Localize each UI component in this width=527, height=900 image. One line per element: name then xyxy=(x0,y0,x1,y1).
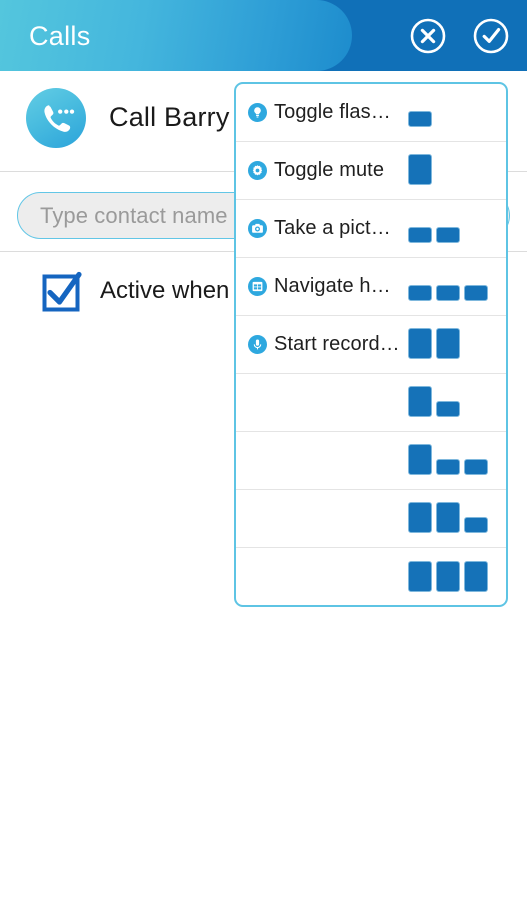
checkbox-checked-icon[interactable] xyxy=(42,271,82,312)
dropdown-row-label: Navigate h… xyxy=(274,275,391,297)
phone-call-icon xyxy=(26,87,86,148)
shortcut-block-short xyxy=(436,401,460,417)
shortcut-block-short xyxy=(436,227,460,243)
microphone-icon xyxy=(248,335,267,354)
shortcut-block-tall xyxy=(464,561,488,592)
shortcut-blocks xyxy=(408,502,488,533)
app-root: Calls Call Barry Type contact name Activ… xyxy=(0,0,527,900)
shortcut-block-short xyxy=(464,517,488,533)
gear-icon xyxy=(248,161,267,180)
dropdown-row-label: Take a pict… xyxy=(274,217,391,239)
camera-icon xyxy=(248,219,267,238)
shortcut-block-tall xyxy=(408,154,432,185)
shortcut-block-short xyxy=(436,459,460,475)
circle-x-icon[interactable] xyxy=(409,17,447,55)
dropdown-row[interactable] xyxy=(236,432,506,490)
shortcut-block-short xyxy=(408,227,432,243)
shortcut-block-tall xyxy=(408,561,432,592)
shortcut-blocks xyxy=(408,561,488,592)
lightbulb-icon xyxy=(248,103,267,122)
shortcut-blocks xyxy=(408,111,432,127)
shortcut-blocks xyxy=(408,328,460,359)
dropdown-row-label: Start record… xyxy=(274,333,400,355)
shortcut-blocks xyxy=(408,154,432,185)
dropdown-row-label: Toggle mute xyxy=(274,159,385,181)
dropdown-row[interactable]: Start record… xyxy=(236,316,506,374)
shortcut-blocks xyxy=(408,386,460,417)
shortcut-block-tall xyxy=(408,328,432,359)
dropdown-row[interactable] xyxy=(236,548,506,605)
shortcut-block-tall xyxy=(408,444,432,475)
dropdown-row-label: Toggle flas… xyxy=(274,101,391,123)
dropdown-row[interactable]: Toggle mute xyxy=(236,142,506,200)
shortcut-blocks xyxy=(408,227,460,243)
shortcut-block-tall xyxy=(408,386,432,417)
shortcut-block-tall xyxy=(408,502,432,533)
call-command-label: Call Barry xyxy=(109,102,230,132)
dropdown-row[interactable]: Toggle flas… xyxy=(236,84,506,142)
shortcut-block-tall xyxy=(436,502,460,533)
command-suggestions-dropdown[interactable]: Toggle flas… Toggle mute Take a pict… Navig… xyxy=(234,82,508,607)
shortcut-block-short xyxy=(464,285,488,301)
call-command-text: Call Barry xyxy=(109,102,240,133)
shortcut-block-short xyxy=(408,285,432,301)
circle-check-icon[interactable] xyxy=(472,17,510,55)
app-header: Calls xyxy=(0,0,527,71)
shortcut-blocks xyxy=(408,285,488,301)
dropdown-row[interactable] xyxy=(236,374,506,432)
shortcut-block-tall xyxy=(436,561,460,592)
shortcut-blocks xyxy=(408,444,488,475)
page-title: Calls xyxy=(29,21,91,51)
shortcut-block-short xyxy=(464,459,488,475)
dropdown-row[interactable]: Take a pict… xyxy=(236,200,506,258)
shortcut-block-tall xyxy=(436,328,460,359)
window-grid-icon xyxy=(248,277,267,296)
shortcut-block-short xyxy=(436,285,460,301)
dropdown-row[interactable] xyxy=(236,490,506,548)
dropdown-row[interactable]: Navigate h… xyxy=(236,258,506,316)
header-actions xyxy=(409,17,510,55)
shortcut-block-short xyxy=(408,111,432,127)
